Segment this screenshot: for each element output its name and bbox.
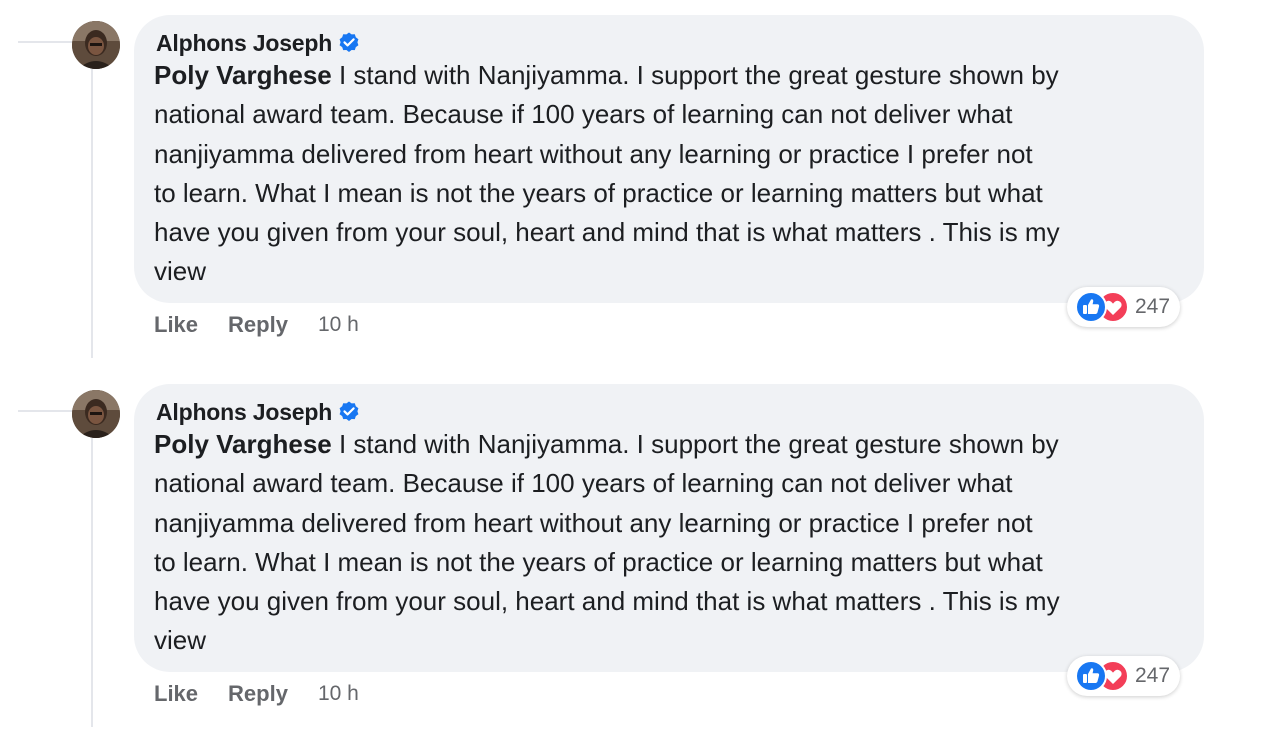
reactions-summary[interactable]: 247 (1067, 287, 1181, 327)
comment: Alphons Joseph Poly Varghese I stand wit… (0, 369, 1280, 731)
thread-line (91, 435, 93, 727)
timestamp[interactable]: 10 h (318, 313, 359, 337)
comment-line: I stand with Nanjiyamma. I support the g… (331, 60, 1059, 90)
avatar-image (72, 390, 120, 438)
like-button[interactable]: Like (154, 681, 198, 707)
comment-line: to learn. What I mean is not the years o… (154, 546, 1043, 577)
comment-line: to learn. What I mean is not the years o… (154, 177, 1043, 208)
thread-connector (18, 41, 72, 43)
comment-actions: Like Reply 10 h (154, 308, 359, 342)
verified-badge-icon (339, 32, 359, 52)
like-button[interactable]: Like (154, 312, 198, 338)
comment-line: nanjiyamma delivered from heart without … (154, 138, 1033, 169)
comment-text: Poly Varghese I stand with Nanjiyamma. I… (154, 56, 1194, 292)
reactions-summary[interactable]: 247 (1067, 656, 1181, 696)
comment-bubble: Alphons Joseph Poly Varghese I stand wit… (134, 15, 1204, 303)
comment: Alphons Joseph Poly Varghese I stand wit… (0, 0, 1280, 370)
mention-link[interactable]: Poly Varghese (154, 60, 332, 90)
timestamp[interactable]: 10 h (318, 682, 359, 706)
author-row: Alphons Joseph (156, 397, 361, 427)
avatar-image (72, 21, 120, 69)
avatar[interactable] (72, 390, 120, 438)
comment-text: Poly Varghese I stand with Nanjiyamma. I… (154, 425, 1194, 661)
comment-thread: Alphons Joseph Poly Varghese I stand wit… (0, 0, 1280, 731)
reply-button[interactable]: Reply (228, 312, 288, 338)
reaction-icons (1073, 291, 1133, 323)
comment-bubble: Alphons Joseph Poly Varghese I stand wit… (134, 384, 1204, 672)
comment-actions: Like Reply 10 h (154, 677, 359, 711)
reply-button[interactable]: Reply (228, 681, 288, 707)
mention-link[interactable]: Poly Varghese (154, 429, 332, 459)
reaction-count: 247 (1135, 295, 1171, 318)
comment-line: I stand with Nanjiyamma. I support the g… (331, 429, 1059, 459)
reaction-count: 247 (1135, 664, 1171, 687)
comment-line: national award team. Because if 100 year… (154, 99, 1013, 130)
author-name[interactable]: Alphons Joseph (156, 399, 332, 426)
author-row: Alphons Joseph (156, 28, 361, 58)
like-icon (1075, 291, 1107, 323)
author-name[interactable]: Alphons Joseph (156, 30, 332, 57)
thread-connector (18, 410, 72, 412)
comment-line: view (154, 625, 207, 656)
comment-line: nanjiyamma delivered from heart without … (154, 507, 1033, 538)
comment-line: have you given from your soul, heart and… (154, 217, 1060, 248)
reaction-icons (1073, 660, 1133, 692)
comment-line: have you given from your soul, heart and… (154, 586, 1060, 617)
comment-line: view (154, 256, 207, 287)
avatar[interactable] (72, 21, 120, 69)
comment-line: national award team. Because if 100 year… (154, 468, 1013, 499)
verified-badge-icon (339, 401, 359, 421)
like-icon (1075, 660, 1107, 692)
thread-line (91, 66, 93, 358)
